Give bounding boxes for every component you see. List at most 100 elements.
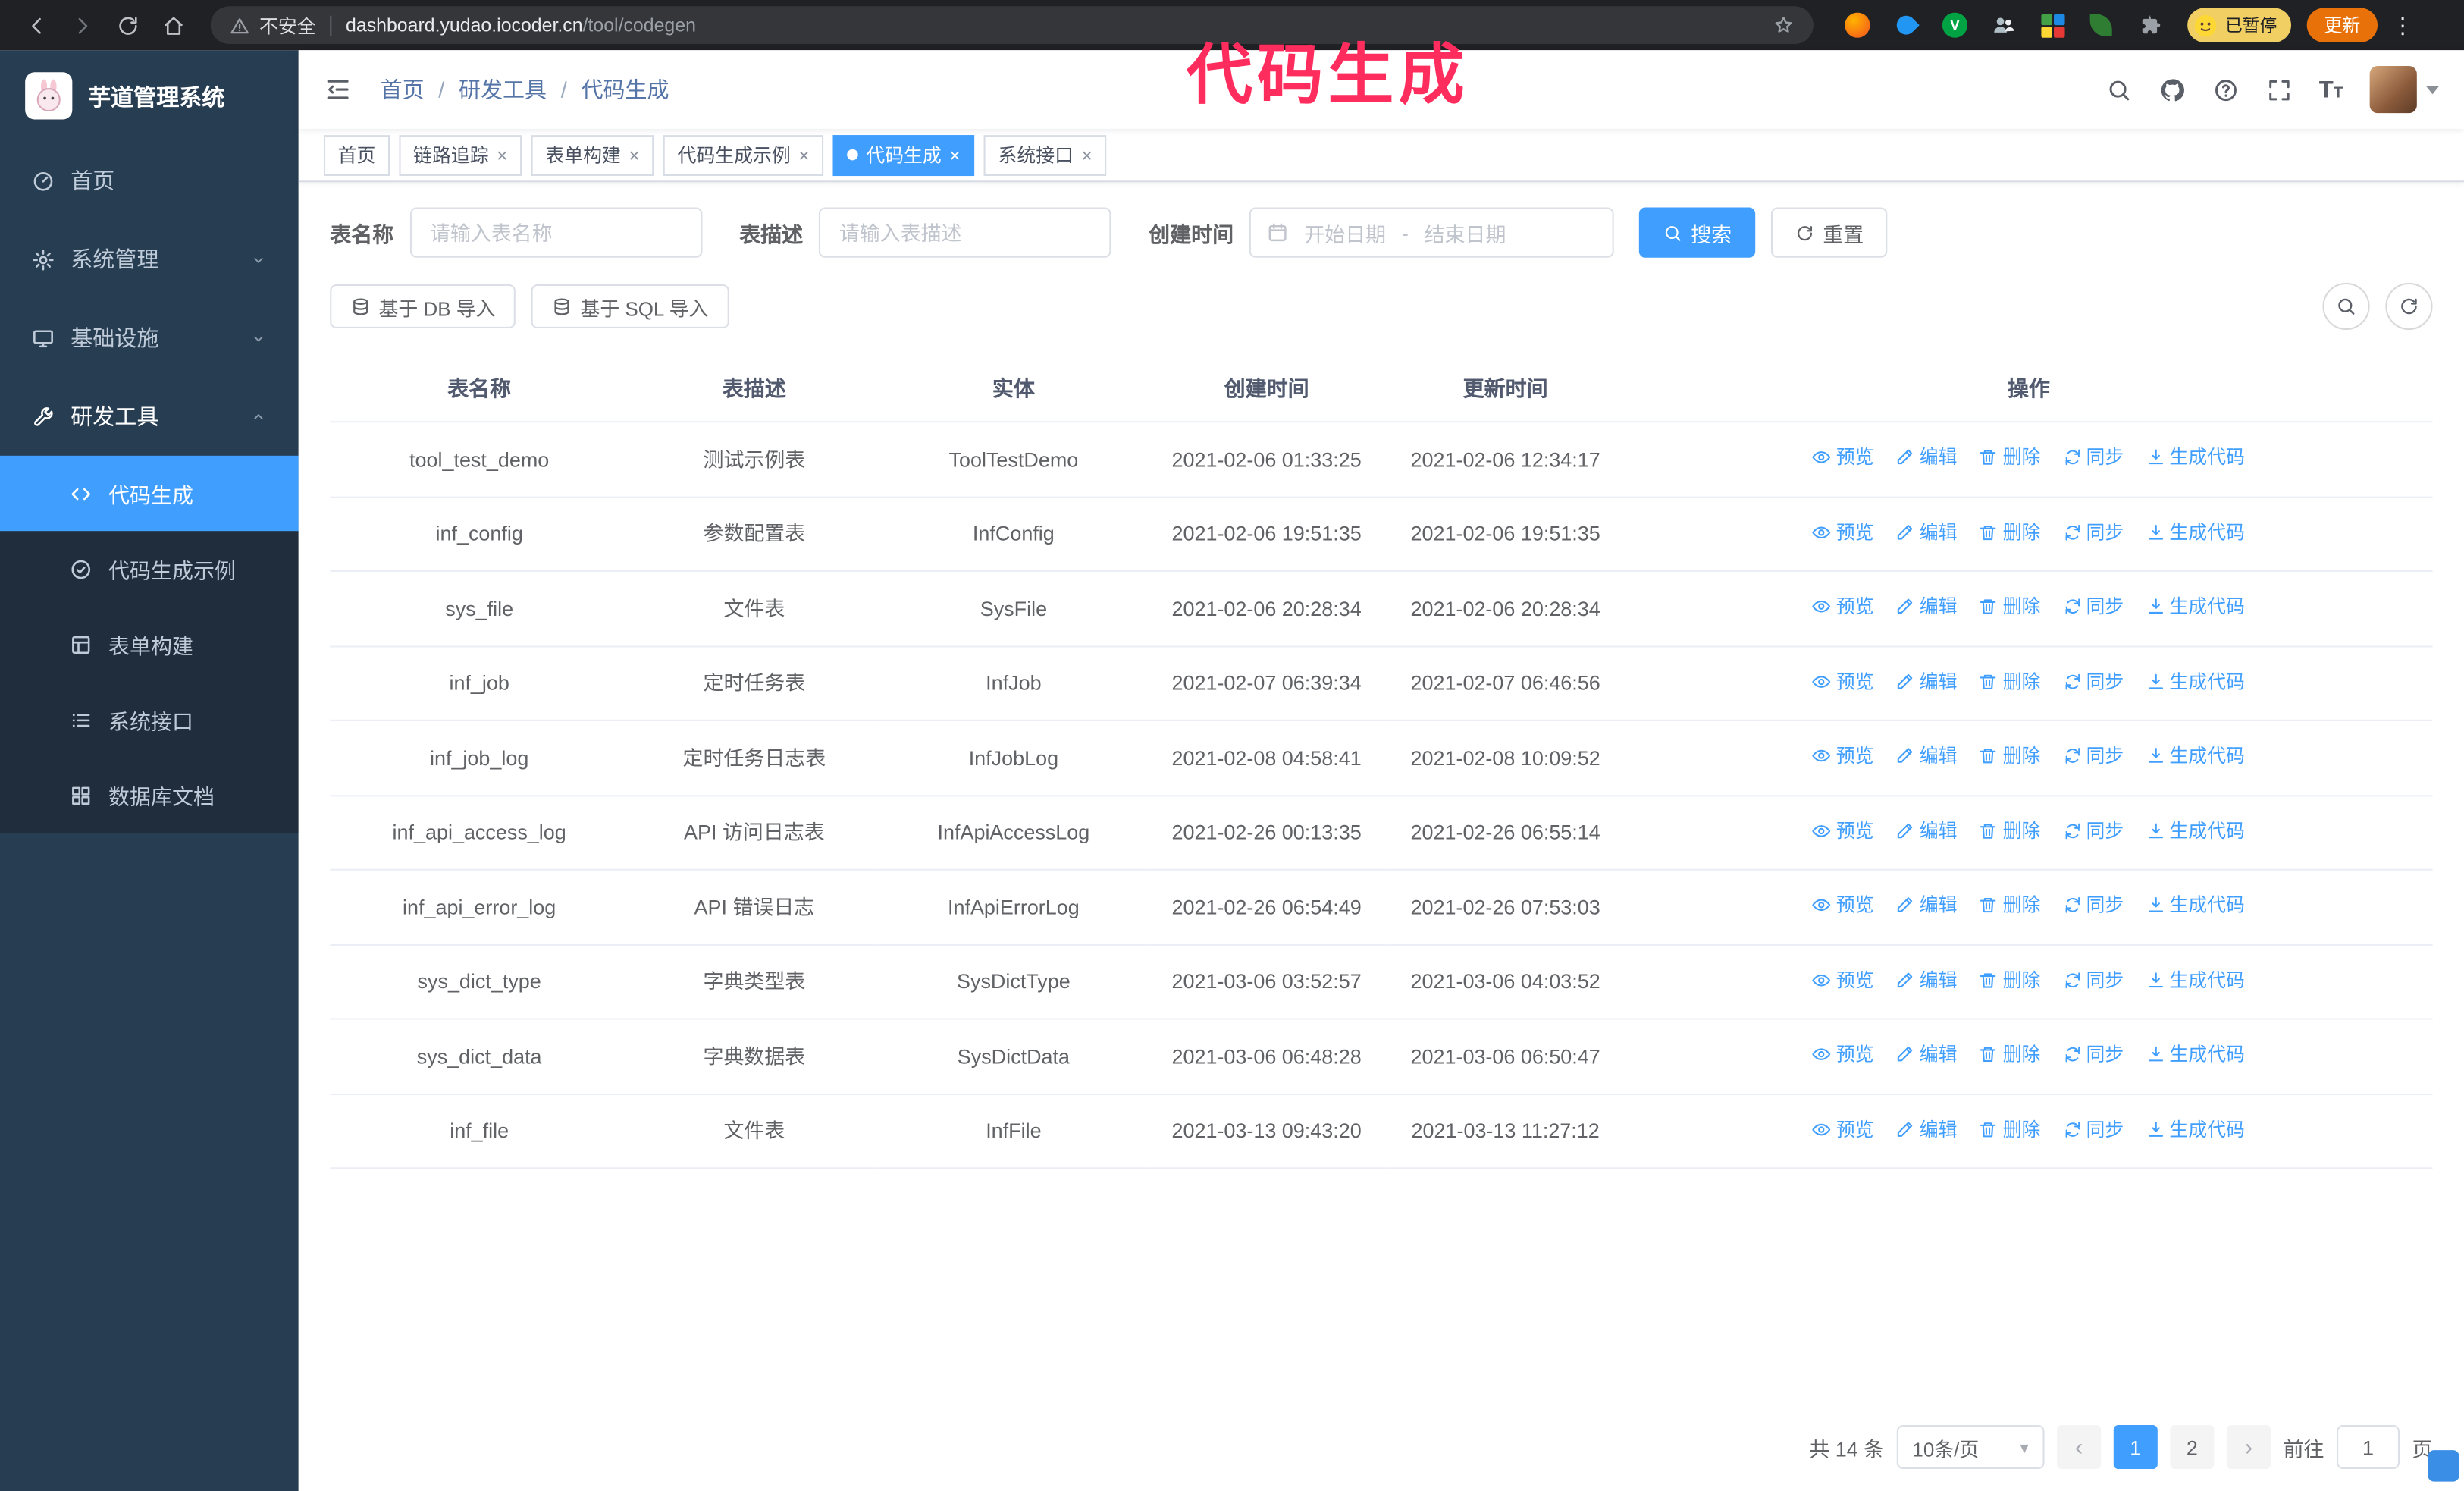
row-edit-link[interactable]: 编辑 (1896, 1040, 1958, 1068)
browser-reload-button[interactable] (107, 4, 149, 46)
sidebar-item-codegen-example[interactable]: 代码生成示例 (0, 531, 299, 606)
close-icon[interactable]: × (497, 146, 508, 165)
tab-home[interactable]: 首页 (323, 134, 390, 175)
row-preview-link[interactable]: 预览 (1813, 891, 1874, 919)
create-time-range-picker[interactable]: 开始日期 - 结束日期 (1249, 207, 1614, 258)
prev-page-button[interactable]: ‹ (2057, 1425, 2102, 1470)
row-generate-link[interactable]: 生成代码 (2146, 443, 2245, 471)
row-sync-link[interactable]: 同步 (2062, 443, 2124, 471)
row-generate-link[interactable]: 生成代码 (2146, 965, 2245, 993)
breadcrumb-item-devtools[interactable]: 研发工具 (459, 74, 547, 105)
profile-paused-badge[interactable]: 已暂停 (2187, 8, 2291, 42)
row-sync-link[interactable]: 同步 (2062, 891, 2124, 919)
row-edit-link[interactable]: 编辑 (1896, 443, 1958, 471)
browser-extension-icon-1[interactable] (1842, 9, 1873, 40)
page-size-select[interactable]: 10条/页 ▾ (1896, 1425, 2045, 1470)
row-preview-link[interactable]: 预览 (1813, 667, 1874, 695)
row-edit-link[interactable]: 编辑 (1896, 667, 1958, 695)
sidebar-item-home[interactable]: 首页 (0, 141, 299, 220)
table-name-input[interactable] (409, 207, 702, 258)
row-generate-link[interactable]: 生成代码 (2146, 518, 2245, 546)
row-preview-link[interactable]: 预览 (1813, 592, 1874, 620)
close-icon[interactable]: × (949, 146, 961, 165)
row-delete-link[interactable]: 删除 (1980, 965, 2040, 993)
browser-extension-icon-5[interactable] (2036, 9, 2067, 40)
row-generate-link[interactable]: 生成代码 (2146, 816, 2245, 844)
row-preview-link[interactable]: 预览 (1813, 1040, 1874, 1068)
sidebar-item-codegen[interactable]: 代码生成 (0, 455, 299, 532)
browser-extension-icon-6[interactable] (2085, 9, 2116, 40)
sidebar-item-devtools[interactable]: 研发工具 (0, 377, 299, 456)
row-sync-link[interactable]: 同步 (2062, 965, 2124, 993)
refresh-table-button[interactable] (2385, 282, 2433, 331)
browser-forward-button[interactable] (61, 4, 104, 46)
row-preview-link[interactable]: 预览 (1813, 443, 1874, 471)
tab-codegen-example[interactable]: 代码生成示例 × (663, 134, 824, 175)
row-sync-link[interactable]: 同步 (2062, 592, 2124, 620)
browser-menu-icon[interactable]: ⋮ (2390, 12, 2415, 39)
tab-trace[interactable]: 链路追踪 × (399, 134, 522, 175)
floating-widget-button[interactable] (2428, 1450, 2459, 1482)
tab-codegen[interactable]: 代码生成 × (832, 134, 975, 175)
header-search-button[interactable] (2105, 76, 2132, 102)
row-edit-link[interactable]: 编辑 (1896, 742, 1958, 770)
row-sync-link[interactable]: 同步 (2062, 667, 2124, 695)
browser-home-button[interactable] (152, 4, 195, 46)
row-delete-link[interactable]: 删除 (1980, 816, 2040, 844)
bookmark-star-icon[interactable] (1773, 14, 1795, 36)
row-sync-link[interactable]: 同步 (2062, 742, 2124, 770)
browser-back-button[interactable] (16, 4, 58, 46)
browser-extension-icon-4[interactable] (1988, 9, 2019, 40)
sidebar-item-infra[interactable]: 基础设施 (0, 299, 299, 378)
row-generate-link[interactable]: 生成代码 (2146, 1115, 2245, 1143)
sidebar-item-db-doc[interactable]: 数据库文档 (0, 758, 299, 833)
row-edit-link[interactable]: 编辑 (1896, 592, 1958, 620)
app-logo[interactable]: 芋道管理系统 (0, 50, 299, 141)
table-desc-input[interactable] (818, 207, 1111, 258)
page-button-2[interactable]: 2 (2170, 1425, 2215, 1470)
close-icon[interactable]: × (629, 146, 640, 165)
row-delete-link[interactable]: 删除 (1980, 1115, 2040, 1143)
row-sync-link[interactable]: 同步 (2062, 1115, 2124, 1143)
row-delete-link[interactable]: 删除 (1980, 443, 2040, 471)
sidebar-item-form-builder[interactable]: 表单构建 (0, 607, 299, 682)
row-edit-link[interactable]: 编辑 (1896, 518, 1958, 546)
row-preview-link[interactable]: 预览 (1813, 742, 1874, 770)
browser-extension-icon-2[interactable] (1890, 9, 1921, 40)
user-menu[interactable] (2369, 66, 2439, 114)
row-preview-link[interactable]: 预览 (1813, 518, 1874, 546)
fullscreen-button[interactable] (2265, 76, 2292, 102)
row-delete-link[interactable]: 删除 (1980, 667, 2040, 695)
font-size-button[interactable]: TT (2319, 78, 2343, 102)
address-bar[interactable]: 不安全 dashboard.yudao.iocoder.cn/tool/code… (210, 6, 1814, 45)
breadcrumb-item-home[interactable]: 首页 (381, 74, 425, 105)
row-sync-link[interactable]: 同步 (2062, 816, 2124, 844)
help-button[interactable] (2212, 76, 2239, 102)
row-preview-link[interactable]: 预览 (1813, 816, 1874, 844)
close-icon[interactable]: × (798, 146, 810, 165)
row-edit-link[interactable]: 编辑 (1896, 1115, 1958, 1143)
row-generate-link[interactable]: 生成代码 (2146, 891, 2245, 919)
row-delete-link[interactable]: 删除 (1980, 742, 2040, 770)
next-page-button[interactable]: › (2226, 1425, 2271, 1470)
goto-page-input[interactable] (2337, 1425, 2400, 1470)
row-generate-link[interactable]: 生成代码 (2146, 667, 2245, 695)
row-generate-link[interactable]: 生成代码 (2146, 742, 2245, 770)
browser-extensions-menu[interactable] (2134, 9, 2165, 40)
row-preview-link[interactable]: 预览 (1813, 1115, 1874, 1143)
import-sql-button[interactable]: 基于 SQL 导入 (531, 284, 729, 328)
import-db-button[interactable]: 基于 DB 导入 (330, 284, 516, 328)
row-edit-link[interactable]: 编辑 (1896, 816, 1958, 844)
tab-system-api[interactable]: 系统接口 × (983, 134, 1107, 175)
row-generate-link[interactable]: 生成代码 (2146, 1040, 2245, 1068)
row-preview-link[interactable]: 预览 (1813, 965, 1874, 993)
row-sync-link[interactable]: 同步 (2062, 1040, 2124, 1068)
row-delete-link[interactable]: 删除 (1980, 518, 2040, 546)
github-button[interactable] (2158, 76, 2185, 102)
search-toggle-button[interactable] (2322, 282, 2370, 331)
search-button[interactable]: 搜索 (1638, 207, 1756, 258)
close-icon[interactable]: × (1081, 146, 1092, 165)
tab-form-builder[interactable]: 表单构建 × (531, 134, 654, 175)
sidebar-item-system-api[interactable]: 系统接口 (0, 682, 299, 757)
reset-button[interactable]: 重置 (1770, 207, 1888, 258)
